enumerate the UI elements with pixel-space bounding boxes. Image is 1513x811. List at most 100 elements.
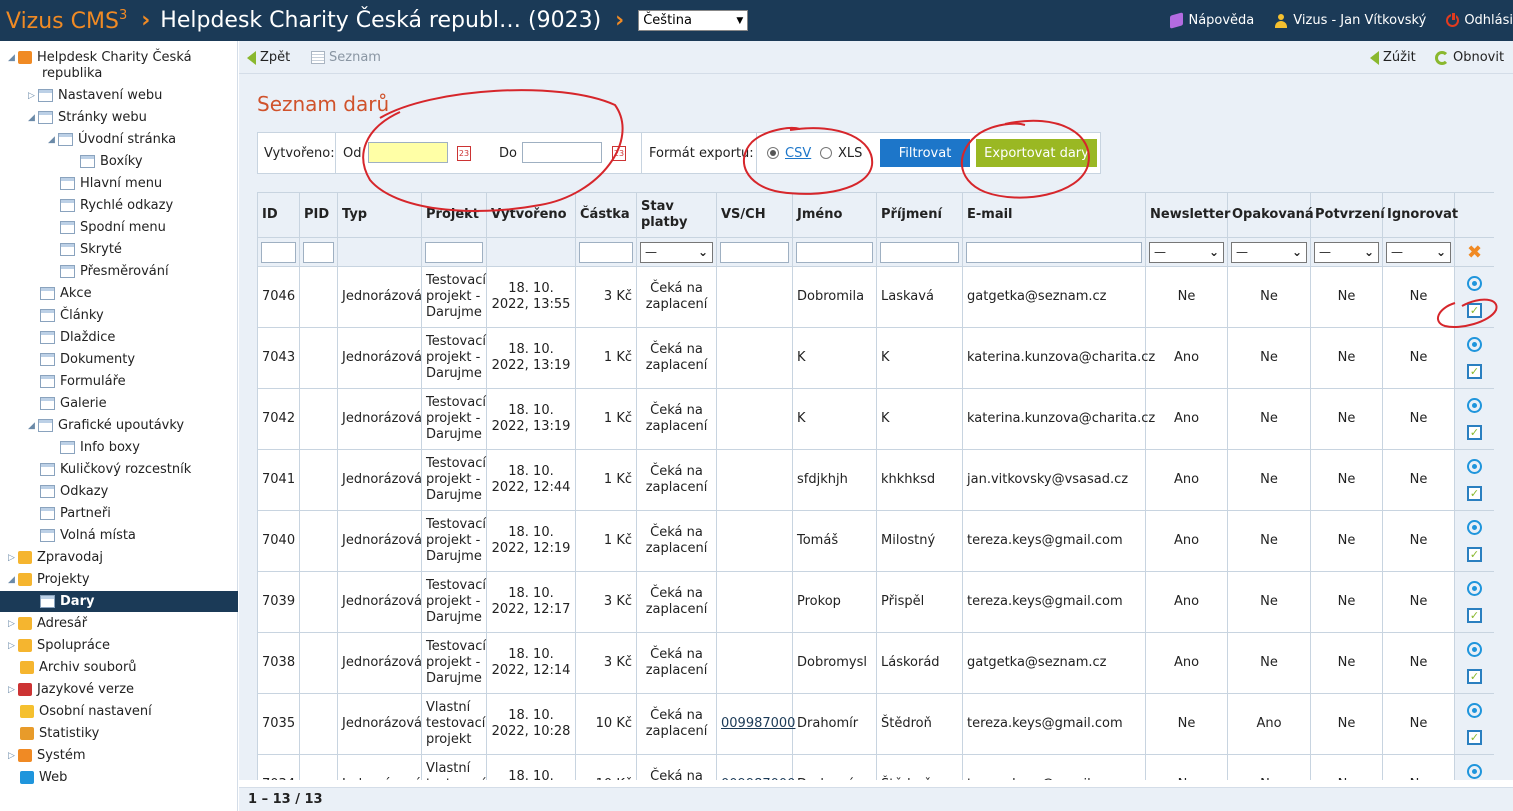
help-link[interactable]: Nápověda	[1170, 12, 1254, 29]
cell-vs[interactable]: 009987000	[716, 693, 795, 755]
expand-toggle-icon[interactable]: ▷	[8, 619, 18, 629]
sidebar-item[interactable]: ◢ Helpdesk Charity Česká	[8, 50, 192, 65]
column-header[interactable]: Typ	[337, 192, 422, 238]
expand-toggle-icon[interactable]: ◢	[28, 421, 38, 431]
back-button[interactable]: Zpět	[247, 50, 290, 65]
column-header[interactable]: Potvrzení	[1310, 192, 1385, 238]
column-header[interactable]: Ignorovat	[1382, 192, 1458, 238]
column-filter-input[interactable]	[880, 241, 959, 263]
sidebar-item[interactable]: ◢ Stránky webu	[28, 110, 147, 125]
table-row[interactable]: 7043 Jednorázová Testovací projekt - Daruj…	[257, 327, 1494, 389]
sidebar-item[interactable]: Spodní menu	[60, 220, 166, 235]
column-filter-input[interactable]	[303, 241, 334, 263]
column-filter-select[interactable]: — ⌄	[1149, 241, 1224, 263]
table-row[interactable]: 7038 Jednorázová Testovací projekt - Daruj…	[257, 632, 1494, 694]
expand-toggle-icon[interactable]: ▷	[8, 553, 18, 563]
column-filter-input[interactable]	[261, 241, 296, 263]
sidebar-item[interactable]: ▷ Spolupráce	[8, 638, 110, 653]
sidebar-item[interactable]: ▷ Jazykové verze	[8, 682, 134, 697]
column-header[interactable]: PID	[299, 192, 338, 238]
column-header[interactable]: Projekt	[421, 192, 487, 238]
site-title[interactable]: Helpdesk Charity Česká republ… (9023)	[160, 8, 601, 33]
confirm-checkbox-icon[interactable]: ✓	[1467, 303, 1482, 318]
detail-icon[interactable]	[1467, 337, 1482, 352]
table-row[interactable]: 7035 Jednorázová Vlastní testovací projekt…	[257, 693, 1494, 755]
sidebar-item[interactable]: Kuličkový rozcestník	[40, 462, 191, 477]
column-header[interactable]: Jméno	[792, 192, 877, 238]
column-header[interactable]: Částka	[575, 192, 637, 238]
calendar-icon[interactable]: 23	[612, 146, 626, 161]
detail-icon[interactable]	[1467, 764, 1482, 779]
expand-toggle-icon[interactable]: ◢	[48, 135, 58, 145]
column-header[interactable]: Newsletter	[1145, 192, 1230, 238]
table-row[interactable]: 7042 Jednorázová Testovací projekt - Daruj…	[257, 388, 1494, 450]
column-filter-input[interactable]	[796, 241, 873, 263]
sidebar-item[interactable]: Dokumenty	[40, 352, 135, 367]
sidebar-item[interactable]: Archiv souborů	[20, 660, 137, 675]
sidebar-item[interactable]: ▷ Systém	[8, 748, 85, 763]
export-button[interactable]: Exportovat dary	[976, 139, 1097, 167]
column-header[interactable]: Opakovaná	[1227, 192, 1314, 238]
column-header[interactable]: Vytvořeno	[486, 192, 576, 238]
logout-link[interactable]: Odhlási	[1446, 12, 1513, 28]
column-filter-select[interactable]: — ⌄	[640, 241, 713, 263]
brand-logo[interactable]: Vizus CMS3	[0, 8, 127, 34]
sidebar-item[interactable]: Odkazy	[40, 484, 108, 499]
sidebar-item[interactable]: Přesměrování	[60, 264, 169, 279]
detail-icon[interactable]	[1467, 459, 1482, 474]
table-row[interactable]: 7041 Jednorázová Testovací projekt - Daruj…	[257, 449, 1494, 511]
user-link[interactable]: Vizus - Jan Vítkovský	[1274, 13, 1426, 28]
cell-vs[interactable]: 009987000	[716, 754, 795, 780]
column-header[interactable]: Stav platby	[636, 192, 717, 238]
column-filter-input[interactable]	[579, 241, 633, 263]
confirm-checkbox-icon[interactable]: ✓	[1467, 547, 1482, 562]
sidebar-item[interactable]: Osobní nastavení	[20, 704, 152, 719]
confirm-checkbox-icon[interactable]: ✓	[1467, 425, 1482, 440]
date-to-input[interactable]	[522, 142, 602, 163]
expand-toggle-icon[interactable]: ◢	[8, 53, 18, 63]
date-from-input[interactable]	[368, 142, 448, 163]
calendar-icon[interactable]: 23	[457, 146, 471, 161]
sidebar-item[interactable]: Rychlé odkazy	[60, 198, 173, 213]
table-row[interactable]: 7039 Jednorázová Testovací projekt - Daruj…	[257, 571, 1494, 633]
sidebar-item[interactable]: Formuláře	[40, 374, 126, 389]
expand-toggle-icon[interactable]: ▷	[8, 685, 18, 695]
sidebar-item[interactable]: ▷ Zpravodaj	[8, 550, 103, 565]
sidebar-item[interactable]: Články	[40, 308, 104, 323]
sidebar-item[interactable]: ▷ Nastavení webu	[28, 88, 162, 103]
column-filter-input[interactable]	[966, 241, 1142, 263]
sidebar-item[interactable]: Galerie	[40, 396, 107, 411]
column-filter-select[interactable]: — ⌄	[1314, 241, 1379, 263]
sidebar-item[interactable]: Partneři	[40, 506, 111, 521]
sidebar-item[interactable]: ◢ Úvodní stránka	[48, 132, 176, 147]
column-header[interactable]: ID	[257, 192, 300, 238]
sidebar-item[interactable]: Boxíky	[80, 154, 143, 169]
language-select[interactable]: Čeština ▼	[638, 10, 749, 31]
sidebar-item[interactable]: ▷ Adresář	[8, 616, 87, 631]
sidebar-item[interactable]: Skryté	[60, 242, 122, 257]
refresh-button[interactable]: Obnovit	[1435, 50, 1504, 65]
sidebar-item[interactable]: republika	[42, 66, 102, 81]
table-row[interactable]: 7040 Jednorázová Testovací projekt - Daruj…	[257, 510, 1494, 572]
column-filter-select[interactable]: — ⌄	[1231, 241, 1307, 263]
column-filter-select[interactable]: — ⌄	[1386, 241, 1451, 263]
xls-label[interactable]: XLS	[838, 146, 862, 161]
expand-toggle-icon[interactable]: ▷	[8, 751, 18, 761]
detail-icon[interactable]	[1467, 520, 1482, 535]
confirm-checkbox-icon[interactable]: ✓	[1467, 486, 1482, 501]
expand-toggle-icon[interactable]: ◢	[28, 113, 38, 123]
filter-button[interactable]: Filtrovat	[880, 139, 970, 167]
sidebar-item[interactable]: Info boxy	[60, 440, 140, 455]
csv-label[interactable]: CSV	[785, 146, 811, 161]
sidebar-item[interactable]: Statistiky	[20, 726, 99, 741]
column-filter-input[interactable]	[720, 241, 789, 263]
column-header[interactable]: Příjmení	[876, 192, 963, 238]
sidebar-item[interactable]: Dlaždice	[40, 330, 115, 345]
detail-icon[interactable]	[1467, 276, 1482, 291]
xls-radio[interactable]	[820, 147, 832, 159]
detail-icon[interactable]	[1467, 398, 1482, 413]
confirm-checkbox-icon[interactable]: ✓	[1467, 669, 1482, 684]
table-row[interactable]: 7046 Jednorázová Testovací projekt - Daruj…	[257, 266, 1494, 328]
confirm-checkbox-icon[interactable]: ✓	[1467, 730, 1482, 745]
clear-filter-icon[interactable]: ✖	[1467, 242, 1482, 263]
